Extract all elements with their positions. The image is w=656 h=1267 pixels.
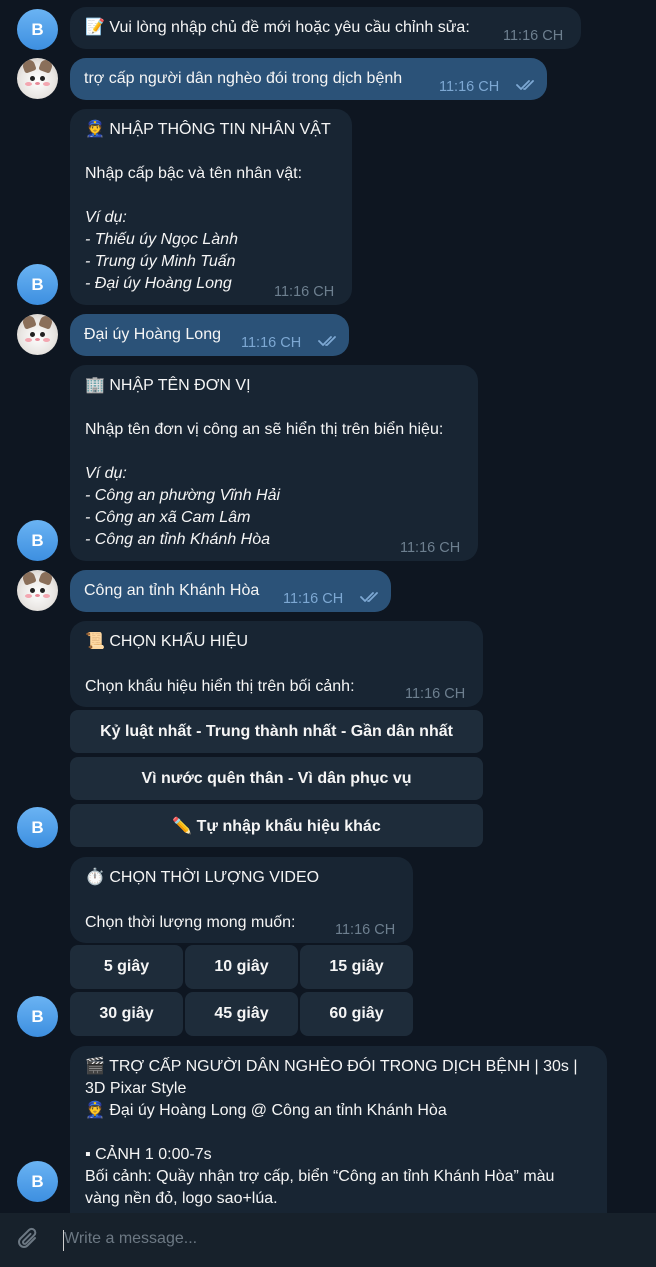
message-title: 👮 NHẬP THÔNG TIN NHÂN VẬT <box>85 121 331 138</box>
script-line: 3D Pixar Style <box>85 1080 187 1097</box>
bot-message: 👮 NHẬP THÔNG TIN NHÂN VẬT Nhập cấp bậc v… <box>70 109 352 305</box>
message-title: 🏢 NHẬP TÊN ĐƠN VỊ <box>85 377 251 394</box>
message-body: Nhập tên đơn vị công an sẽ hiển thị trên… <box>85 421 444 438</box>
user-message: Đại úy Hoàng Long 11:16 CH <box>70 314 349 356</box>
bot-message: 🎬 TRỢ CẤP NGƯỜI DÂN NGHÈO ĐÓI TRONG DỊCH… <box>70 1046 607 1213</box>
message-time: 11:16 CH <box>405 686 466 702</box>
script-line: Bối cảnh: Quầy nhận trợ cấp, biển “Công … <box>85 1168 555 1185</box>
user-message: Công an tỉnh Khánh Hòa 11:16 CH <box>70 570 391 612</box>
slogan-option-button[interactable]: Vì nước quên thân - Vì dân phục vụ <box>70 757 483 800</box>
example-label: Ví dụ: <box>85 209 127 226</box>
duration-button[interactable]: 60 giây <box>300 992 413 1036</box>
message-composer: Write a message... <box>0 1213 656 1267</box>
message-time: 11:16 CH <box>400 540 461 556</box>
message-title: ⏱️ CHỌN THỜI LƯỢNG VIDEO <box>85 869 320 886</box>
example-label: Ví dụ: <box>85 465 127 482</box>
script-line: 👮 Đại úy Hoàng Long @ Công an tỉnh Khánh… <box>85 1102 447 1119</box>
bot-avatar[interactable]: B <box>17 9 58 50</box>
script-line: 🎬 TRỢ CẤP NGƯỜI DÂN NGHÈO ĐÓI TRONG DỊCH… <box>85 1058 578 1075</box>
script-line: vàng nền đỏ, logo sao+lúa. <box>85 1190 278 1207</box>
example-item: - Thiếu úy Ngọc Lành <box>85 231 238 248</box>
double-check-icon <box>360 592 378 602</box>
duration-button[interactable]: 15 giây <box>300 945 413 989</box>
message-time: 11:16 CH <box>503 28 564 44</box>
message-body: Chọn thời lượng mong muốn: <box>85 914 296 931</box>
message-time: 11:16 CH <box>241 335 302 351</box>
bot-avatar[interactable]: B <box>17 807 58 848</box>
double-check-icon <box>516 80 534 90</box>
example-item: - Công an phường Vĩnh Hải <box>85 487 281 504</box>
user-message: trợ cấp người dân nghèo đói trong dịch b… <box>70 58 547 100</box>
bot-avatar[interactable]: B <box>17 520 58 561</box>
message-time: 11:16 CH <box>274 284 335 300</box>
script-line: ▪ CẢNH 1 0:00-7s <box>85 1146 212 1163</box>
example-item: - Đại úy Hoàng Long <box>85 275 232 292</box>
double-check-icon <box>318 336 336 346</box>
bot-avatar[interactable]: B <box>17 264 58 305</box>
custom-slogan-button[interactable]: ✏️ Tự nhập khẩu hiệu khác <box>70 804 483 847</box>
bot-message: 📜 CHỌN KHẨU HIỆU Chọn khẩu hiệu hiển thị… <box>70 621 483 707</box>
bot-avatar[interactable]: B <box>17 996 58 1037</box>
chat-history[interactable]: 📝 Vui lòng nhập chủ đề mới hoặc yêu cầu … <box>0 0 656 1213</box>
message-title: 📜 CHỌN KHẨU HIỆU <box>85 633 249 650</box>
slogan-option-button[interactable]: Kỷ luật nhất - Trung thành nhất - Gần dâ… <box>70 710 483 753</box>
message-text: Công an tỉnh Khánh Hòa <box>84 582 260 599</box>
duration-button[interactable]: 30 giây <box>70 992 183 1036</box>
message-time: 11:16 CH <box>335 922 396 938</box>
message-text: trợ cấp người dân nghèo đói trong dịch b… <box>84 70 403 87</box>
bot-message: ⏱️ CHỌN THỜI LƯỢNG VIDEO Chọn thời lượng… <box>70 857 413 943</box>
bot-message: 🏢 NHẬP TÊN ĐƠN VỊ Nhập tên đơn vị công a… <box>70 365 478 561</box>
duration-button[interactable]: 10 giây <box>185 945 298 989</box>
message-time: 11:16 CH <box>283 591 344 607</box>
user-avatar[interactable] <box>17 314 58 355</box>
duration-button[interactable]: 5 giây <box>70 945 183 989</box>
message-body: Chọn khẩu hiệu hiển thị trên bối cảnh: <box>85 678 355 695</box>
message-text: 📝 Vui lòng nhập chủ đề mới hoặc yêu cầu … <box>85 19 470 36</box>
example-item: - Công an xã Cam Lâm <box>85 509 251 526</box>
bot-message: 📝 Vui lòng nhập chủ đề mới hoặc yêu cầu … <box>70 7 581 49</box>
user-avatar[interactable] <box>17 58 58 99</box>
message-text: Đại úy Hoàng Long <box>84 326 221 343</box>
message-input[interactable]: Write a message... <box>64 1230 197 1248</box>
paperclip-icon[interactable] <box>16 1227 42 1253</box>
message-time: 11:16 CH <box>439 79 500 95</box>
duration-button[interactable]: 45 giây <box>185 992 298 1036</box>
example-item: - Công an tỉnh Khánh Hòa <box>85 531 271 548</box>
bot-avatar[interactable]: B <box>17 1161 58 1202</box>
message-body: Nhập cấp bậc và tên nhân vật: <box>85 165 303 182</box>
example-item: - Trung úy Minh Tuấn <box>85 253 236 270</box>
user-avatar[interactable] <box>17 570 58 611</box>
